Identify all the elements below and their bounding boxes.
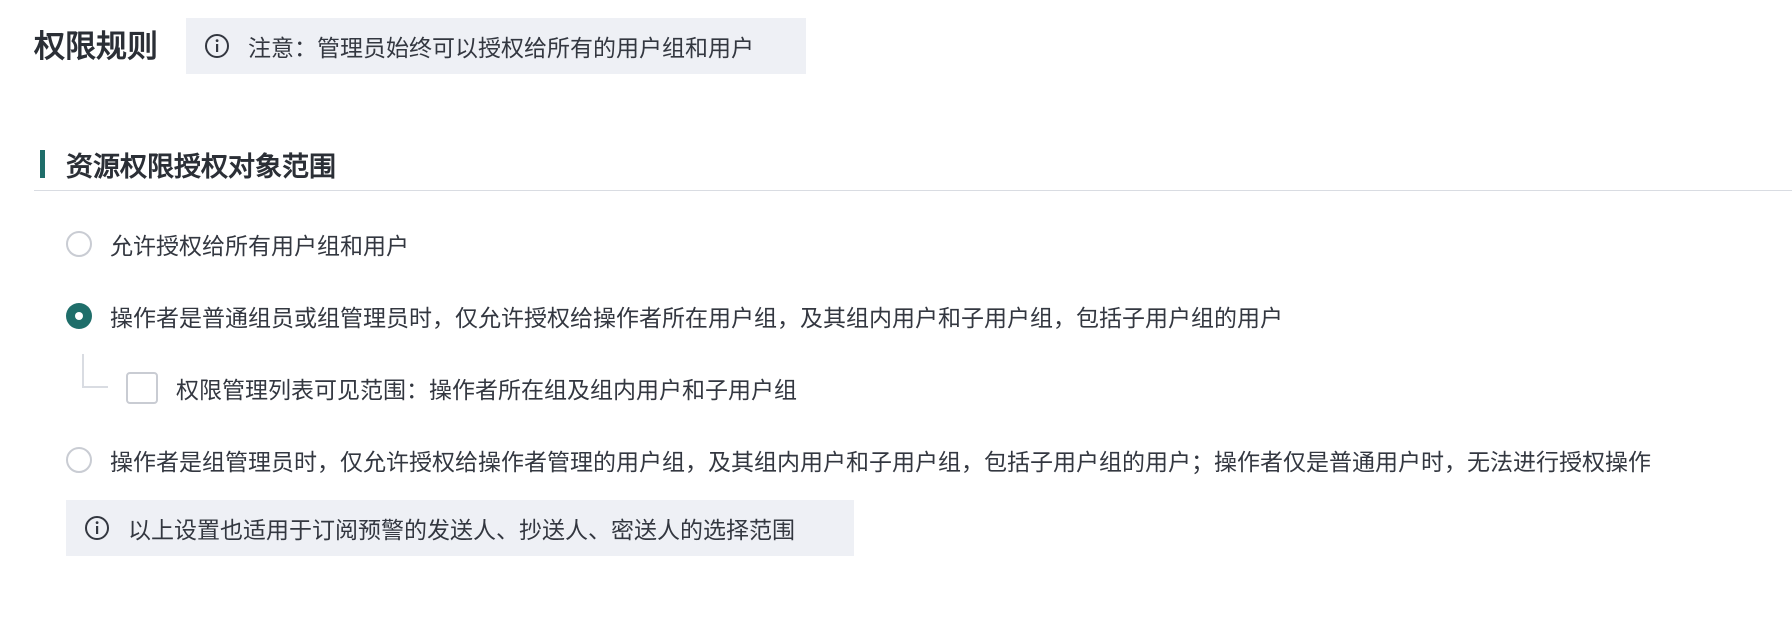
info-icon xyxy=(204,33,230,59)
info-icon xyxy=(84,515,110,541)
option-label: 操作者是组管理员时，仅允许授权给操作者管理的用户组，及其组内用户和子用户组，包括… xyxy=(110,449,1651,475)
option-member-or-group-admin[interactable]: 操作者是普通组员或组管理员时，仅允许授权给操作者所在用户组，及其组内用户和子用户… xyxy=(66,300,1283,332)
hint-text: 以上设置也适用于订阅预警的发送人、抄送人、密送人的选择范围 xyxy=(128,517,795,543)
section-header: 资源权限授权对象范围 xyxy=(40,148,336,182)
option-label: 允许授权给所有用户组和用户 xyxy=(110,233,409,259)
page-title: 权限规则 xyxy=(34,29,158,64)
option-allow-all[interactable]: 允许授权给所有用户组和用户 xyxy=(66,228,409,260)
section-divider xyxy=(34,190,1792,191)
checkbox-visible-scope[interactable] xyxy=(126,372,158,404)
section-title: 资源权限授权对象范围 xyxy=(66,151,336,182)
option-label: 操作者是普通组员或组管理员时，仅允许授权给操作者所在用户组，及其组内用户和子用户… xyxy=(110,305,1283,331)
notice-text: 注意：管理员始终可以授权给所有的用户组和用户 xyxy=(248,35,754,61)
scope-hint-banner: 以上设置也适用于订阅预警的发送人、抄送人、密送人的选择范围 xyxy=(66,500,854,556)
tree-connector-line xyxy=(82,354,108,388)
sub-option-label: 权限管理列表可见范围：操作者所在组及组内用户和子用户组 xyxy=(176,377,797,403)
radio-group-admin-only[interactable] xyxy=(66,447,92,473)
radio-member-or-group-admin[interactable] xyxy=(66,303,92,329)
section-accent-bar xyxy=(40,150,45,178)
permission-rules-page: 权限规则 注意：管理员始终可以授权给所有的用户组和用户 资源权限授权对象范围 允… xyxy=(0,0,1792,626)
sub-option-visible-scope[interactable]: 权限管理列表可见范围：操作者所在组及组内用户和子用户组 xyxy=(126,371,797,405)
admin-notice-banner: 注意：管理员始终可以授权给所有的用户组和用户 xyxy=(186,18,806,74)
radio-allow-all[interactable] xyxy=(66,231,92,257)
option-group-admin-only[interactable]: 操作者是组管理员时，仅允许授权给操作者管理的用户组，及其组内用户和子用户组，包括… xyxy=(66,444,1651,476)
